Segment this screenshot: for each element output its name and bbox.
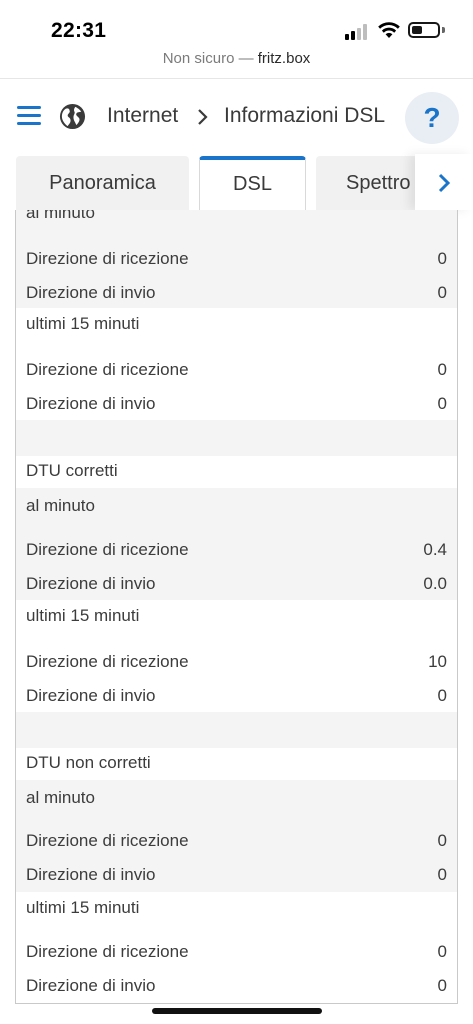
row-value: 0 xyxy=(437,249,447,268)
row-label: Direzione di ricezione xyxy=(26,652,189,671)
table-group: Direzione di ricezione 10 Direzione di i… xyxy=(16,634,457,712)
spacer xyxy=(16,420,457,456)
table-group: Direzione di ricezione 0.4 Direzione di … xyxy=(16,524,457,600)
menu-icon[interactable] xyxy=(17,106,41,126)
cellular-signal-icon xyxy=(345,24,369,40)
url-host: fritz.box xyxy=(257,50,311,67)
chevron-right-icon xyxy=(438,173,451,193)
last15-label: ultimi 15 minuti xyxy=(26,898,140,917)
row-label: Direzione di invio xyxy=(26,976,156,995)
section-header: ultimi 15 minuti xyxy=(16,600,457,634)
per-minute-label: al minuto xyxy=(26,788,95,807)
chevron-right-icon xyxy=(198,109,208,125)
section-header: ultimi 15 minuti xyxy=(16,308,457,342)
status-bar: 22:31 xyxy=(0,0,473,48)
per-minute-label: al minuto xyxy=(26,210,95,222)
table-group: Direzione di ricezione 0 Direzione di in… xyxy=(16,816,457,892)
home-indicator[interactable] xyxy=(152,1008,322,1014)
section-title: DTU corretti xyxy=(16,456,457,488)
help-button[interactable]: ? xyxy=(405,92,459,144)
battery-tip xyxy=(442,27,445,33)
per-minute-label: al minuto xyxy=(26,496,95,515)
table-group: Direzione di ricezione 0 Direzione di in… xyxy=(16,342,457,420)
tab-bar: Panoramica DSL Spettro xyxy=(0,154,473,210)
section-title: DTU non corretti xyxy=(16,748,457,780)
section-title-text: DTU non corretti xyxy=(26,753,151,772)
section-header: al minuto xyxy=(16,780,457,816)
row-value: 0 xyxy=(437,686,447,705)
row-label: Direzione di ricezione xyxy=(26,831,189,850)
section-header: ultimi 15 minuti xyxy=(16,892,457,926)
table-group: Direzione di ricezione 0 Direzione di in… xyxy=(16,926,457,1003)
section-header: al minuto xyxy=(16,210,457,234)
last15-label: ultimi 15 minuti xyxy=(26,314,140,333)
row-label: Direzione di invio xyxy=(26,283,156,302)
row-value: 0.4 xyxy=(423,540,447,559)
dsl-error-stats: al minuto Direzione di ricezione 0 Direz… xyxy=(15,210,458,1004)
battery-icon xyxy=(408,22,440,38)
section-header: al minuto xyxy=(16,488,457,524)
breadcrumb-internet[interactable]: Internet xyxy=(107,104,178,128)
row-label: Direzione di ricezione xyxy=(26,540,189,559)
row-label: Direzione di ricezione xyxy=(26,942,189,961)
row-label: Direzione di invio xyxy=(26,394,156,413)
tabs-scroll-right[interactable] xyxy=(415,154,473,210)
row-label: Direzione di ricezione xyxy=(26,249,189,268)
row-label: Direzione di invio xyxy=(26,865,156,884)
row-value: 0 xyxy=(437,865,447,884)
tab-panoramica[interactable]: Panoramica xyxy=(16,156,189,210)
spacer xyxy=(16,712,457,748)
row-value: 0.0 xyxy=(423,574,447,593)
globe-icon xyxy=(59,103,86,130)
row-value: 0 xyxy=(437,360,447,379)
row-label: Direzione di invio xyxy=(26,574,156,593)
row-label: Direzione di ricezione xyxy=(26,360,189,379)
row-value: 0 xyxy=(437,283,447,302)
section-title-text: DTU corretti xyxy=(26,461,118,480)
row-value: 0 xyxy=(437,394,447,413)
table-group: Direzione di ricezione 0 Direzione di in… xyxy=(16,234,457,308)
row-value: 0 xyxy=(437,976,447,995)
row-value: 0 xyxy=(437,831,447,850)
page-title: Informazioni DSL xyxy=(224,104,386,127)
row-value: 0 xyxy=(437,942,447,961)
row-label: Direzione di invio xyxy=(26,686,156,705)
tab-dsl[interactable]: DSL xyxy=(199,156,306,210)
insecure-label: Non sicuro — xyxy=(162,50,258,67)
last15-label: ultimi 15 minuti xyxy=(26,606,140,625)
row-value: 10 xyxy=(428,652,447,671)
status-time: 22:31 xyxy=(51,19,107,42)
wifi-icon xyxy=(378,22,400,38)
url-bar[interactable]: Non sicuro — fritz.box xyxy=(0,50,473,67)
